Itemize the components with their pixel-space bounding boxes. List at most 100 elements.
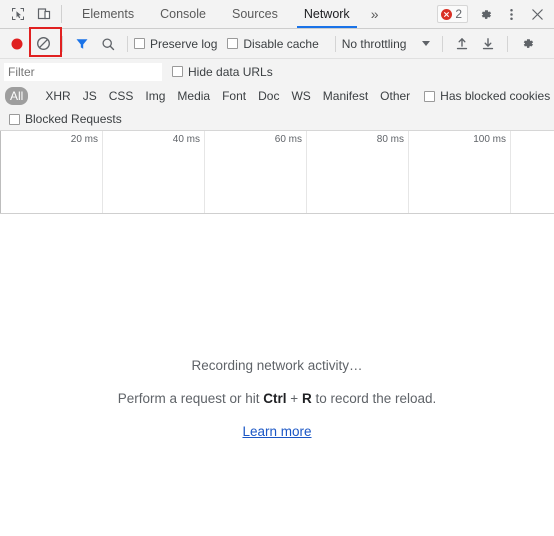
hide-data-urls-label: Hide data URLs xyxy=(188,64,273,79)
overview-divider xyxy=(510,131,511,213)
empty-hint-prefix: Perform a request or hit xyxy=(117,390,264,406)
devtools-window: Elements Console Sources Network » 2 Pre… xyxy=(0,0,554,536)
preserve-log-label: Preserve log xyxy=(150,36,218,51)
devtools-tabbar: Elements Console Sources Network » 2 xyxy=(0,0,554,29)
tabbar-divider xyxy=(61,5,62,23)
hide-data-urls-checkbox[interactable]: Hide data URLs xyxy=(172,65,273,79)
tab-console[interactable]: Console xyxy=(147,0,219,28)
import-har-icon xyxy=(457,37,468,49)
devtools-settings-gear-icon[interactable] xyxy=(472,1,498,27)
network-settings-gear-icon xyxy=(523,39,534,48)
toolbar-divider-5 xyxy=(507,35,509,52)
has-blocked-cookies-label: Has blocked cookies xyxy=(440,89,551,103)
filter-chip-other[interactable]: Other xyxy=(375,87,415,105)
disable-cache-box xyxy=(227,38,239,49)
toolbar-divider-4 xyxy=(442,35,444,52)
clear-circle-slash-icon xyxy=(36,37,50,50)
close-glyph xyxy=(531,8,543,20)
throttling-value: No throttling xyxy=(341,36,407,51)
filter-funnel-icon xyxy=(76,38,88,49)
network-settings-button[interactable] xyxy=(514,32,540,56)
disable-cache-label: Disable cache xyxy=(243,36,319,51)
hide-data-urls-box xyxy=(172,66,183,77)
panel-tabs: Elements Console Sources Network » xyxy=(69,0,437,28)
empty-hint-key-ctrl: Ctrl xyxy=(263,390,287,406)
blocked-requests-row: Blocked Requests xyxy=(0,108,554,131)
filter-chip-font[interactable]: Font xyxy=(217,87,251,105)
inspect-cursor-icon[interactable] xyxy=(5,1,31,27)
search-icon xyxy=(102,37,115,50)
import-har-button[interactable] xyxy=(449,32,475,56)
device-toolbar-icon[interactable] xyxy=(31,1,57,27)
filter-chip-media[interactable]: Media xyxy=(172,87,215,105)
export-har-button[interactable] xyxy=(475,32,501,56)
preserve-log-box xyxy=(134,38,145,49)
export-har-icon xyxy=(483,37,494,49)
error-count-badge[interactable]: 2 xyxy=(437,5,468,23)
toolbar-divider-2 xyxy=(127,35,128,52)
overview-tick-label: 40 ms xyxy=(172,134,200,145)
error-x-glyph xyxy=(444,11,450,17)
error-circle-icon xyxy=(441,8,453,20)
more-tabs-button[interactable]: » xyxy=(363,0,387,28)
toolbar-divider-3 xyxy=(334,35,336,52)
tab-sources[interactable]: Sources xyxy=(219,0,291,28)
throttling-dropdown[interactable]: No throttling xyxy=(342,37,431,51)
overview-tick-label: 80 ms xyxy=(376,134,404,145)
overview-tick-label: 60 ms xyxy=(274,134,302,145)
tab-network[interactable]: Network xyxy=(291,0,363,28)
has-blocked-cookies-box xyxy=(424,90,436,102)
empty-state-title: Recording network activity… xyxy=(191,357,363,373)
filter-toggle-button[interactable] xyxy=(69,32,95,56)
gear-glyph xyxy=(481,9,491,19)
devtools-more-options-icon[interactable] xyxy=(498,1,524,27)
disable-cache-checkbox[interactable]: Disable cache xyxy=(227,36,319,51)
learn-more-link[interactable]: Learn more xyxy=(242,424,311,439)
overview-divider xyxy=(102,131,103,213)
filter-chip-xhr[interactable]: XHR xyxy=(40,87,75,105)
chevron-down-icon xyxy=(422,41,431,46)
filter-chip-all[interactable]: All xyxy=(5,87,29,105)
empty-hint-plus: + xyxy=(286,390,302,406)
kebab-menu-glyph xyxy=(509,8,513,20)
blocked-requests-checkbox[interactable]: Blocked Requests xyxy=(9,112,122,126)
tabbar-left-icons xyxy=(0,0,69,28)
empty-state: Recording network activity… Perform a re… xyxy=(118,358,437,439)
error-count-value: 2 xyxy=(455,7,462,21)
filter-chip-js[interactable]: JS xyxy=(78,87,102,105)
filter-chip-doc[interactable]: Doc xyxy=(253,87,284,105)
overview-divider xyxy=(306,131,307,213)
network-overview-timeline[interactable]: 20 ms 40 ms 60 ms 80 ms 100 ms xyxy=(0,131,554,214)
blocked-requests-box xyxy=(9,113,20,125)
clear-button[interactable] xyxy=(30,32,56,56)
record-button[interactable] xyxy=(4,32,30,56)
empty-hint-key-r: R xyxy=(301,390,312,406)
filter-chip-ws[interactable]: WS xyxy=(286,87,315,105)
inspect-cursor-glyph xyxy=(12,8,24,20)
has-blocked-cookies-checkbox[interactable]: Has blocked cookies xyxy=(424,89,550,103)
filter-chip-manifest[interactable]: Manifest xyxy=(318,87,373,105)
preserve-log-checkbox[interactable]: Preserve log xyxy=(134,37,217,51)
overview-tick-label: 100 ms xyxy=(473,134,506,145)
tab-elements[interactable]: Elements xyxy=(69,0,147,28)
empty-hint-suffix: to record the reload. xyxy=(311,390,437,406)
tabbar-right-icons: 2 xyxy=(437,0,554,28)
network-request-area: Recording network activity… Perform a re… xyxy=(0,214,554,536)
devtools-close-icon[interactable] xyxy=(524,1,550,27)
filter-chip-css[interactable]: CSS xyxy=(104,87,139,105)
overview-divider xyxy=(204,131,205,213)
blocked-requests-label: Blocked Requests xyxy=(25,112,122,126)
toolbar-divider-1 xyxy=(62,35,63,52)
filter-chip-img[interactable]: Img xyxy=(140,87,170,105)
device-toolbar-glyph xyxy=(37,8,51,20)
overview-tick-label: 20 ms xyxy=(70,134,98,145)
search-button[interactable] xyxy=(95,32,121,56)
filter-input[interactable] xyxy=(4,62,162,81)
network-toolbar: Preserve log Disable cache No throttling xyxy=(0,29,554,59)
resource-type-filters: All XHR JS CSS Img Media Font Doc WS Man… xyxy=(0,84,554,108)
empty-state-link-row: Learn more xyxy=(118,424,437,439)
record-circle-icon xyxy=(11,38,23,49)
filter-row: Hide data URLs xyxy=(0,59,554,84)
empty-state-hint: Perform a request or hit Ctrl + R to rec… xyxy=(118,391,437,406)
overview-left-edge xyxy=(0,131,1,213)
